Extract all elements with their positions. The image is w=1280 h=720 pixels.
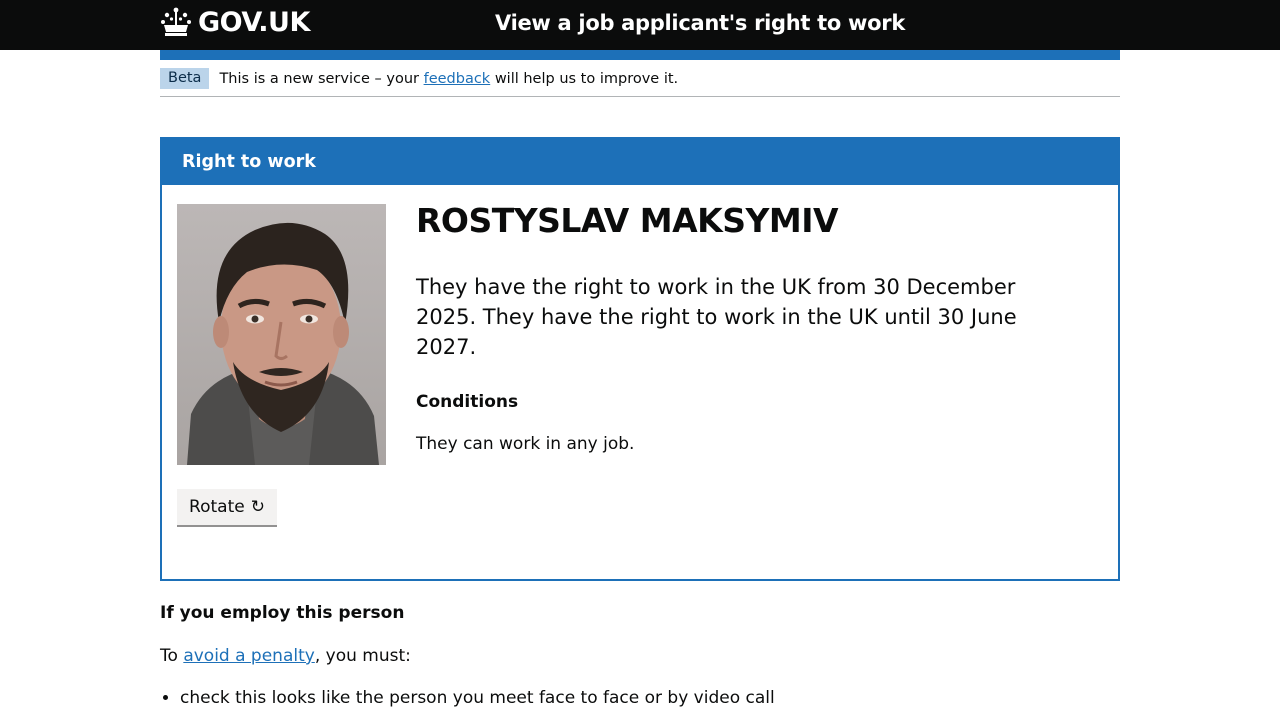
employ-checklist: check this looks like the person you mee… [160, 688, 1120, 708]
employ-intro: To avoid a penalty, you must: [160, 646, 1120, 666]
applicant-photo [177, 204, 386, 465]
right-to-work-panel: Right to work Rotate ↻ ROSTYSLAV MAKSYMI… [160, 137, 1120, 581]
employ-intro-after: , you must: [314, 646, 411, 666]
rotate-button-label: Rotate [189, 497, 245, 517]
conditions-text: They can work in any job. [416, 434, 635, 454]
portrait-image [177, 204, 386, 465]
crown-icon [161, 7, 191, 36]
employ-intro-before: To [160, 646, 178, 666]
site-header: GOV.UK View a job applicant's right to w… [0, 0, 1280, 50]
phase-banner: Beta This is a new service – your feedba… [160, 60, 1120, 97]
avoid-penalty-link[interactable]: avoid a penalty [183, 646, 315, 666]
rotate-button[interactable]: Rotate ↻ [177, 489, 277, 527]
employ-heading: If you employ this person [160, 603, 405, 623]
phase-text-after: will help us to improve it. [494, 70, 679, 87]
applicant-name: ROSTYSLAV MAKSYMIV [416, 201, 839, 240]
list-item: check this looks like the person you mee… [180, 688, 1120, 708]
service-name-link[interactable]: View a job applicant's right to work [495, 11, 905, 35]
conditions-heading: Conditions [416, 392, 519, 412]
phase-text-before: This is a new service – your [219, 70, 419, 87]
rotate-icon: ↻ [250, 497, 265, 517]
header-blue-bar [160, 50, 1120, 60]
govuk-logo-link[interactable]: GOV.UK [160, 6, 310, 38]
logo-text: GOV.UK [198, 6, 310, 38]
feedback-link[interactable]: feedback [424, 71, 491, 87]
beta-tag: Beta [160, 68, 210, 89]
applicant-details: ROSTYSLAV MAKSYMIV They have the right t… [416, 201, 1036, 454]
right-to-work-summary: They have the right to work in the UK fr… [416, 275, 1017, 359]
panel-title: Right to work [162, 139, 1118, 185]
